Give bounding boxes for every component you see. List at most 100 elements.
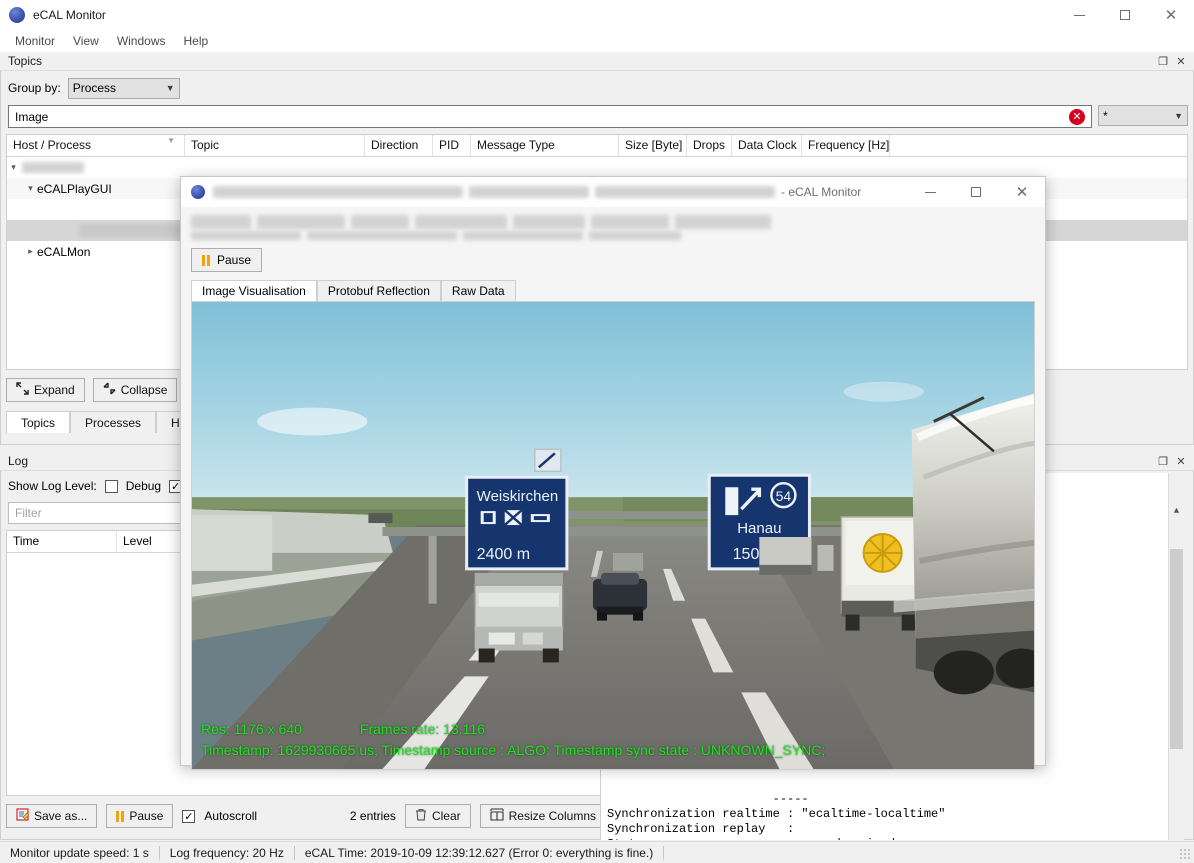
autoscroll-label: Autoscroll	[204, 809, 258, 823]
scrollbar-thumb[interactable]	[1170, 549, 1183, 749]
show-log-level-label: Show Log Level:	[8, 479, 97, 493]
overlay-timestamp: Timestamp: 1629930665 us; Timestamp sour…	[201, 742, 826, 758]
topics-close-icon[interactable]: ✕	[1173, 54, 1189, 69]
trash-icon	[415, 808, 427, 824]
scroll-up-icon[interactable]: ▲	[1169, 503, 1184, 519]
sort-indicator-icon: ▼	[167, 136, 175, 145]
svg-text:2400 m: 2400 m	[477, 546, 530, 563]
collapse-arrow-icon[interactable]: ▸	[24, 246, 37, 257]
close-button[interactable]: ✕	[1148, 0, 1194, 30]
expand-icon	[16, 382, 29, 398]
expand-button-label: Expand	[34, 383, 75, 397]
tab-raw-data[interactable]: Raw Data	[440, 280, 516, 301]
chevron-down-icon: ▼	[165, 83, 175, 93]
save-as-button-label: Save as...	[34, 809, 88, 823]
dialog-app-icon	[191, 185, 205, 199]
column-header-pid[interactable]: PID	[433, 135, 471, 156]
image-visualisation-dialog: - eCAL Monitor ✕ Pause Image Visualisati…	[180, 176, 1046, 770]
column-header-message-type[interactable]: Message Type	[471, 135, 619, 156]
collapse-button-label: Collapse	[120, 383, 168, 397]
dialog-maximize-button[interactable]	[953, 177, 999, 207]
column-header-direction[interactable]: Direction	[365, 135, 433, 156]
collapse-icon	[103, 382, 116, 398]
column-header-size[interactable]: Size [Byte]	[619, 135, 687, 156]
clear-log-button-label: Clear	[431, 809, 461, 823]
resize-columns-button[interactable]: Resize Columns	[479, 804, 606, 828]
topics-filter-input[interactable]: Image ✕	[8, 105, 1092, 128]
resize-grip[interactable]	[1179, 848, 1191, 860]
status-log-frequency: Log frequency: 20 Hz	[169, 845, 284, 860]
topics-column-filter-select[interactable]: * ▼	[1098, 105, 1188, 126]
column-header-host-process[interactable]: Host / Process ▼	[7, 135, 185, 156]
log-close-icon[interactable]: ✕	[1173, 454, 1189, 469]
window-title: eCAL Monitor	[33, 8, 106, 22]
collapse-button[interactable]: Collapse	[92, 378, 178, 402]
dialog-titlebar: - eCAL Monitor ✕	[181, 177, 1045, 207]
menu-item-view[interactable]: View	[64, 31, 108, 51]
svg-text:54: 54	[776, 488, 792, 504]
group-by-label: Group by:	[8, 81, 61, 95]
dialog-close-button[interactable]: ✕	[999, 177, 1045, 207]
clear-filter-icon[interactable]: ✕	[1069, 108, 1085, 125]
menu-item-windows[interactable]: Windows	[108, 31, 175, 51]
status-ecal-time: eCAL Time: 2019-10-09 12:39:12.627 (Erro…	[304, 845, 654, 860]
topics-filter-row: Image ✕ * ▼	[8, 105, 1188, 128]
table-row[interactable]: ▾	[7, 157, 1187, 178]
statusbar: Monitor update speed: 1 s Log frequency:…	[0, 841, 1194, 863]
dialog-pause-label: Pause	[217, 253, 252, 267]
group-by-select[interactable]: Process ▼	[67, 77, 180, 99]
column-header-frequency[interactable]: Frequency [Hz]	[802, 135, 890, 156]
dialog-pause-button[interactable]: Pause	[191, 248, 263, 272]
checkbox-autoscroll[interactable]: ✓	[182, 809, 196, 823]
tab-processes[interactable]: Processes	[70, 411, 157, 433]
log-float-icon[interactable]: ❐	[1155, 454, 1171, 469]
menu-item-monitor[interactable]: Monitor	[6, 31, 64, 51]
column-header-drops[interactable]: Drops	[687, 135, 732, 156]
ecal-monitor-window: eCAL Monitor ✕ Monitor View Windows Help…	[0, 0, 1194, 863]
topics-panel-titlebar: Topics ❐ ✕	[0, 52, 1194, 71]
log-pause-button[interactable]: Pause	[106, 804, 174, 828]
resize-columns-icon	[490, 808, 504, 824]
camera-image: Weiskirchen 2400 m 54 Hanau 1500 Res: 11…	[191, 301, 1035, 770]
column-header-time[interactable]: Time	[7, 531, 117, 552]
topics-tree-header: Host / Process ▼ Topic Direction PID Mes…	[7, 135, 1187, 157]
column-header-data-clock[interactable]: Data Clock	[732, 135, 802, 156]
log-toolbar: Save as... Pause ✓ Autoscroll 2 entries …	[6, 804, 606, 828]
expand-arrow-icon[interactable]: ▾	[7, 162, 20, 173]
save-icon	[16, 808, 30, 824]
menu-item-help[interactable]: Help	[175, 31, 218, 51]
checkbox-debug[interactable]	[104, 479, 118, 493]
window-controls: ✕	[1056, 0, 1194, 30]
dialog-tabs: Image Visualisation Protobuf Reflection …	[191, 280, 1035, 301]
group-by-row: Group by: Process ▼	[8, 77, 1188, 99]
dialog-minimize-button[interactable]	[907, 177, 953, 207]
tab-topics[interactable]: Topics	[6, 411, 71, 433]
main-titlebar: eCAL Monitor ✕	[0, 0, 1194, 30]
status-update-speed: Monitor update speed: 1 s	[10, 845, 149, 860]
log-pause-button-label: Pause	[129, 809, 164, 823]
mono-panel-scrollbar[interactable]: ▲	[1168, 473, 1184, 840]
dialog-title: - eCAL Monitor	[213, 185, 861, 199]
clear-log-button[interactable]: Clear	[404, 804, 471, 828]
save-as-button[interactable]: Save as...	[6, 804, 98, 828]
column-header-topic[interactable]: Topic	[185, 135, 365, 156]
menubar: Monitor View Windows Help	[0, 30, 1194, 52]
topics-panel-title: Topics	[8, 54, 43, 68]
expand-button[interactable]: Expand	[6, 378, 85, 402]
tree-node-label: eCALMon	[37, 244, 91, 259]
tab-image-visualisation[interactable]: Image Visualisation	[191, 280, 317, 301]
overlay-resolution: Res: 1176 x 640	[201, 721, 302, 737]
dialog-topic-name-redacted	[191, 215, 1035, 241]
tab-protobuf-reflection[interactable]: Protobuf Reflection	[316, 280, 441, 301]
topics-filter-value: Image	[15, 109, 49, 124]
image-overlay-text: Res: 1176 x 640 Frames rate: 13.116 Time…	[201, 719, 825, 761]
expand-arrow-icon[interactable]: ▾	[24, 183, 37, 194]
svg-text:Hanau: Hanau	[737, 520, 781, 537]
maximize-button[interactable]	[1102, 0, 1148, 30]
checkbox-debug-label: Debug	[125, 479, 162, 493]
minimize-button[interactable]	[1056, 0, 1102, 30]
group-by-value: Process	[72, 81, 117, 95]
topics-column-filter-value: *	[1103, 108, 1108, 123]
topics-float-icon[interactable]: ❐	[1155, 54, 1171, 69]
overlay-frame-rate: Frames rate: 13.116	[359, 721, 485, 737]
